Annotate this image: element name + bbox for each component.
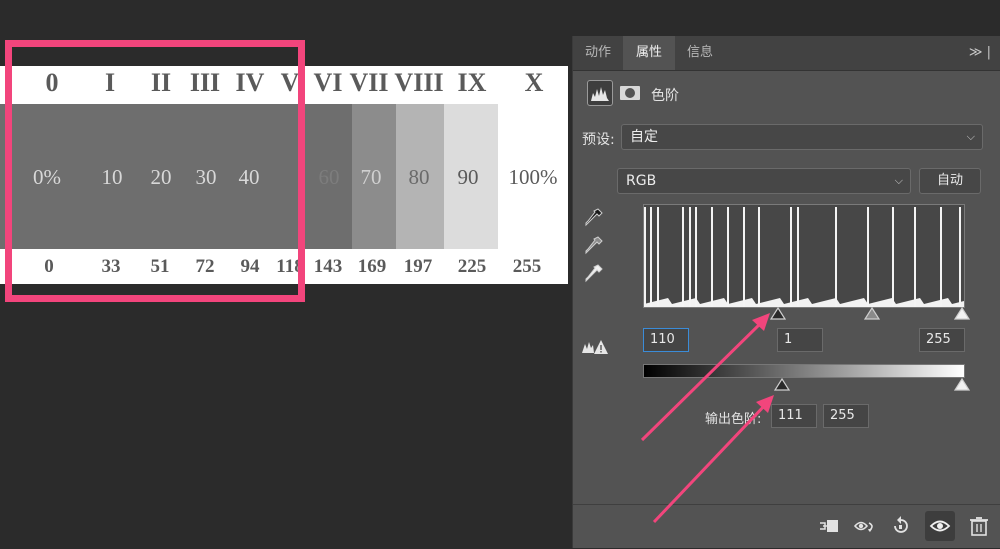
channel-dropdown[interactable]: RGB ⌵: [617, 168, 911, 194]
roman-numeral: VII: [349, 68, 389, 97]
percent-label: 60: [318, 165, 340, 189]
input-white-slider-handle[interactable]: [953, 307, 971, 321]
level-value: 169: [357, 256, 387, 277]
roman-numeral: VIII: [394, 68, 444, 97]
percent-label: 90: [457, 165, 479, 189]
histogram-spike: [689, 207, 691, 307]
chevron-down-icon: ⌵: [894, 174, 903, 187]
channel-value: RGB: [626, 173, 657, 189]
white-point-eyedropper-icon[interactable]: [583, 262, 605, 284]
output-white-slider-handle[interactable]: [953, 378, 971, 392]
output-levels-label: 输出色阶:: [705, 412, 762, 427]
histogram-spike: [790, 207, 792, 307]
percent-label: 70: [360, 165, 382, 189]
histogram-spike: [650, 207, 652, 307]
view-previous-state-icon[interactable]: [853, 515, 877, 537]
input-black-field[interactable]: 110: [643, 328, 689, 352]
percent-label: 100%: [508, 165, 558, 189]
histogram-spike: [758, 207, 760, 307]
properties-panel: 动作 属性 信息 ≫ | 色阶 预设: 自定 ⌵ RGB ⌵ 自动 110 1 …: [572, 36, 1000, 548]
auto-button[interactable]: 自动: [919, 168, 981, 194]
visibility-toggle[interactable]: [925, 511, 955, 541]
percent-label: 80: [408, 165, 430, 189]
trash-icon[interactable]: [967, 515, 991, 537]
input-gamma-slider-handle[interactable]: [863, 307, 881, 321]
histogram-spike: [682, 207, 684, 307]
input-black-slider-handle[interactable]: [769, 307, 787, 321]
panel-title: 色阶: [651, 88, 679, 104]
histogram-spike: [711, 207, 713, 307]
black-point-eyedropper-icon[interactable]: [583, 206, 605, 228]
histogram-spike: [797, 207, 799, 307]
histogram-spike: [835, 207, 837, 307]
levels-adjustment-icon[interactable]: [587, 80, 613, 106]
histogram-spike: [657, 207, 659, 307]
histogram-spike: [743, 207, 745, 307]
histogram-spike: [892, 207, 894, 307]
panel-menu-icon[interactable]: ≫ |: [969, 36, 991, 70]
histogram-spike: [695, 207, 697, 307]
input-gamma-field[interactable]: 1: [777, 328, 823, 352]
level-value: 225: [457, 256, 487, 277]
histogram: [643, 204, 965, 308]
output-gradient-bar: [643, 364, 965, 378]
eye-icon: [929, 520, 951, 532]
level-value: 197: [403, 256, 433, 277]
tab-actions[interactable]: 动作: [573, 36, 623, 70]
highlight-frame: [5, 40, 305, 302]
gray-point-eyedropper-icon[interactable]: [583, 234, 605, 256]
roman-numeral: VI: [313, 68, 343, 97]
roman-numeral: IX: [457, 68, 487, 97]
reset-icon[interactable]: [889, 515, 913, 537]
histogram-spike: [940, 207, 942, 307]
histogram-spike: [914, 207, 916, 307]
roman-numeral: X: [524, 68, 544, 97]
tab-properties[interactable]: 属性: [623, 36, 675, 70]
output-black-slider-handle[interactable]: [773, 378, 791, 392]
clipping-warning-icon[interactable]: [581, 338, 609, 356]
histogram-spike: [644, 207, 646, 307]
output-white-field[interactable]: 255: [823, 404, 869, 428]
histogram-spike: [727, 207, 729, 307]
chevron-down-icon: ⌵: [966, 130, 975, 143]
panel-footer: [573, 504, 1000, 549]
level-value: 143: [313, 256, 343, 277]
level-value: 255: [512, 256, 542, 277]
output-black-field[interactable]: 111: [771, 404, 817, 428]
tab-info[interactable]: 信息: [675, 36, 725, 70]
input-white-field[interactable]: 255: [919, 328, 965, 352]
tab-bar: 动作 属性 信息 ≫ |: [573, 36, 1000, 71]
preset-label: 预设:: [582, 132, 615, 148]
histogram-spike: [867, 207, 869, 307]
layer-mask-icon[interactable]: [617, 80, 643, 106]
preset-value: 自定: [630, 129, 658, 145]
histogram-spike: [959, 207, 961, 307]
preset-dropdown[interactable]: 自定 ⌵: [621, 124, 983, 150]
clip-to-layer-icon[interactable]: [817, 515, 841, 537]
